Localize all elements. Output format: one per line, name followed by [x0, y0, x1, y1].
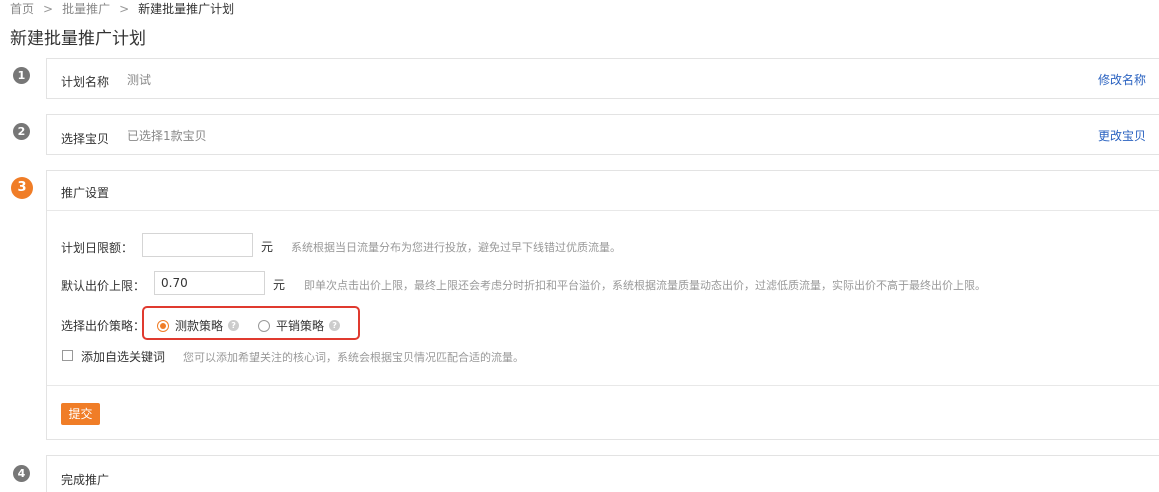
- breadcrumb-current: 新建批量推广计划: [138, 2, 235, 16]
- promotion-settings-header: 推广设置: [47, 171, 1159, 211]
- max-bid-label: 默认出价上限：: [61, 279, 146, 293]
- edit-name-link[interactable]: 修改名称: [1098, 71, 1146, 88]
- breadcrumb-separator: >: [119, 2, 130, 16]
- daily-limit-label: 计划日限额：: [61, 241, 134, 255]
- step-2-badge: 2: [13, 123, 30, 140]
- step-4-badge: 4: [13, 465, 30, 482]
- step-3-panel: 推广设置 计划日限额： 元 系统根据当日流量分布为您进行投放，避免过早下线错过优…: [46, 170, 1159, 440]
- step-4-panel: 完成推广: [46, 455, 1159, 492]
- change-item-link[interactable]: 更改宝贝: [1098, 127, 1146, 144]
- complete-promotion-label: 完成推广: [61, 473, 110, 487]
- page-title: 新建批量推广计划: [10, 29, 146, 49]
- max-bid-input[interactable]: [154, 271, 265, 295]
- add-keywords-checkbox[interactable]: [62, 350, 73, 361]
- add-keywords-hint: 您可以添加希望关注的核心词，系统会根据宝贝情况匹配合适的流量。: [183, 351, 524, 364]
- step-2-panel: 选择宝贝 已选择1款宝贝 更改宝贝: [46, 114, 1159, 155]
- daily-limit-input[interactable]: [142, 233, 253, 257]
- breadcrumb: 首页 > 批量推广 > 新建批量推广计划: [10, 1, 234, 17]
- plan-name-value: 测试: [127, 73, 152, 87]
- select-item-label: 选择宝贝: [61, 132, 110, 146]
- step-1-panel: 计划名称 测试 修改名称: [46, 58, 1159, 99]
- max-bid-hint: 即单次点击出价上限，最终上限还会考虑分时折扣和平台溢价，系统根据流量质量动态出价…: [304, 279, 986, 292]
- submit-button[interactable]: 提交: [61, 403, 100, 425]
- selected-items-value: 已选择1款宝贝: [127, 129, 207, 143]
- max-bid-unit: 元: [273, 278, 286, 292]
- daily-limit-unit: 元: [261, 240, 274, 254]
- step-3-badge: 3: [11, 177, 33, 199]
- strategy-highlight-box: [142, 306, 360, 340]
- daily-limit-hint: 系统根据当日流量分布为您进行投放，避免过早下线错过优质流量。: [291, 241, 621, 254]
- add-keywords-label[interactable]: 添加自选关键词: [81, 348, 165, 365]
- breadcrumb-batch-promotion[interactable]: 批量推广: [62, 1, 110, 17]
- promotion-settings-title: 推广设置: [61, 186, 110, 200]
- breadcrumb-home[interactable]: 首页: [10, 1, 34, 17]
- bid-strategy-label: 选择出价策略：: [61, 319, 146, 333]
- step-1-badge: 1: [13, 67, 30, 84]
- plan-name-label: 计划名称: [61, 75, 110, 89]
- divider: [47, 385, 1159, 386]
- breadcrumb-separator: >: [43, 2, 54, 16]
